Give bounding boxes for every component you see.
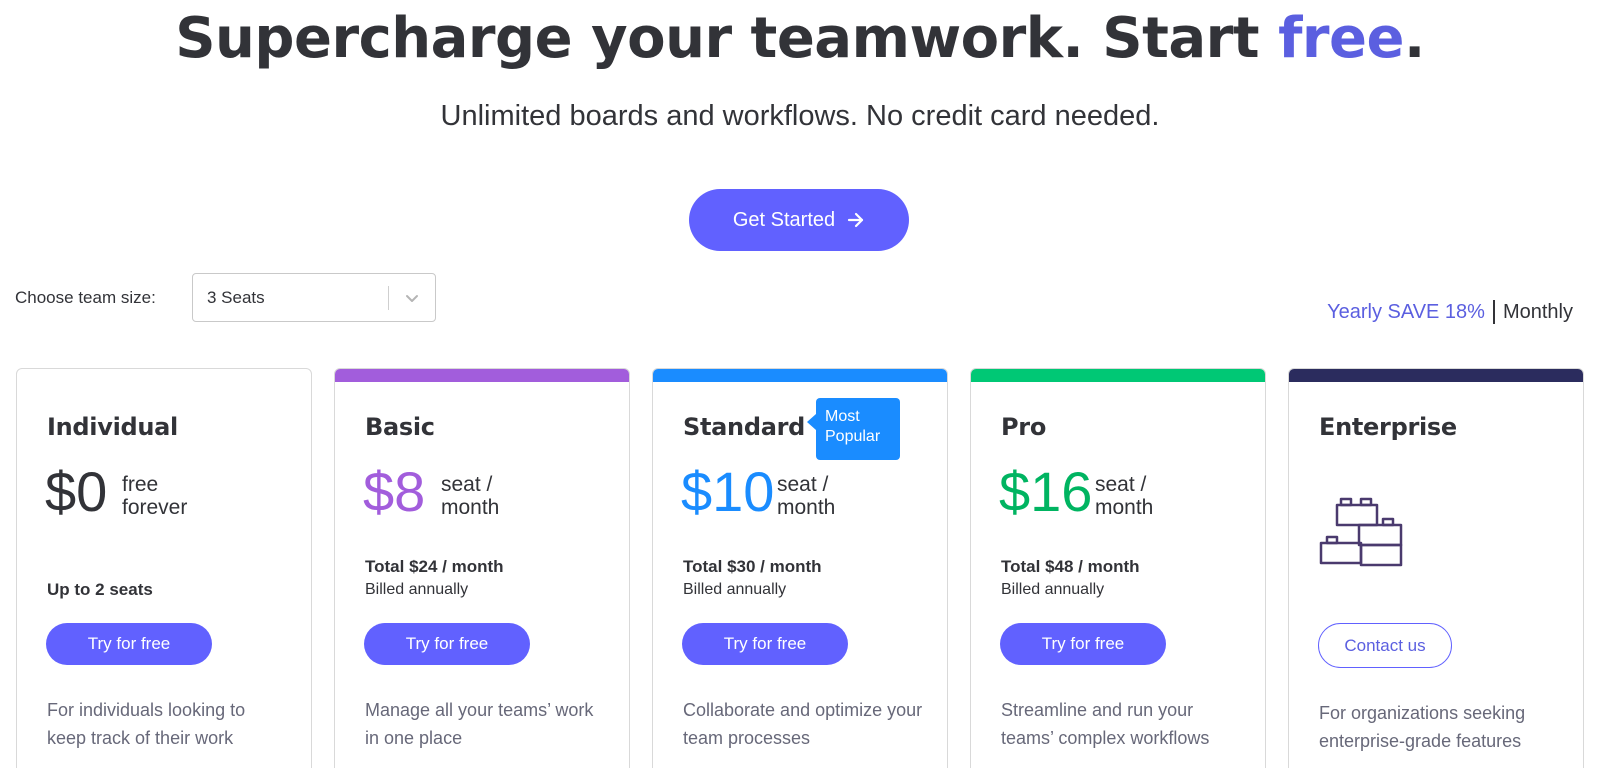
- team-size-select[interactable]: 3 Seats: [192, 273, 436, 322]
- plan-price-unit: free forever: [122, 473, 232, 519]
- plan-description: Streamline and run your teams’ complex w…: [1001, 700, 1210, 748]
- plan-color-bar: [653, 369, 947, 382]
- plan-name: Pro: [1001, 413, 1047, 441]
- plan-total: Total $30 / month: [683, 557, 822, 576]
- plan-description: For organizations seeking enterprise-gra…: [1319, 703, 1526, 751]
- plan-unit-line1: seat /: [1095, 473, 1147, 496]
- plan-price: $10: [681, 460, 775, 523]
- plan-card-pro: Pro $16 seat / month Total $48 / month B…: [970, 368, 1266, 768]
- chevron-down-icon[interactable]: [389, 290, 435, 306]
- headline-accent: free: [1278, 6, 1405, 71]
- billing-yearly-option[interactable]: Yearly SAVE 18%: [1327, 301, 1485, 324]
- try-for-free-button[interactable]: Try for free: [364, 623, 530, 665]
- plan-description: For individuals looking to keep track of…: [47, 700, 246, 748]
- contact-us-button[interactable]: Contact us: [1318, 623, 1452, 668]
- plan-name: Basic: [365, 413, 435, 441]
- plan-unit-line1: free: [122, 473, 159, 496]
- plan-billed: Billed annually: [365, 581, 469, 598]
- plan-card-standard: Standard Most Popular $10 seat / month T…: [652, 368, 948, 768]
- plan-total: Total $48 / month: [1001, 557, 1140, 576]
- plan-unit-line1: seat /: [441, 473, 493, 496]
- plan-price: $16: [999, 460, 1093, 523]
- plan-unit-line2: month: [441, 496, 500, 519]
- building-blocks-icon: [1319, 497, 1403, 567]
- plan-card-basic: Basic $8 seat / month Total $24 / month …: [334, 368, 630, 768]
- plan-price-unit: seat / month: [1095, 473, 1205, 519]
- plan-unit-line1: seat /: [777, 473, 829, 496]
- page-subheadline: Unlimited boards and workflows. No credi…: [440, 100, 1160, 132]
- try-for-free-button[interactable]: Try for free: [1000, 623, 1166, 665]
- plan-color-bar: [335, 369, 629, 382]
- plan-total: Total $24 / month: [365, 557, 504, 576]
- plan-billed: Billed annually: [683, 581, 787, 598]
- plan-unit-line2: month: [777, 496, 836, 519]
- try-for-free-button[interactable]: Try for free: [682, 623, 848, 665]
- try-for-free-button[interactable]: Try for free: [46, 623, 212, 665]
- plan-description: Manage all your teams’ work in one place: [365, 700, 594, 748]
- arrow-right-icon: [848, 212, 864, 228]
- plan-card-individual: Individual $0 free forever Up to 2 seats…: [16, 368, 312, 768]
- plan-color-bar: [1289, 369, 1583, 382]
- plan-price: $0: [45, 460, 108, 523]
- plan-price-unit: seat / month: [777, 473, 887, 519]
- plan-name: Enterprise: [1319, 413, 1457, 441]
- team-size-label: Choose team size:: [15, 288, 156, 307]
- most-popular-badge: Most Popular: [807, 398, 900, 460]
- billing-divider: [1492, 300, 1495, 324]
- billing-monthly-option[interactable]: Monthly: [1503, 301, 1573, 324]
- plan-color-bar: [971, 369, 1265, 382]
- pricing-page: Supercharge your teamwork. Start free. U…: [0, 0, 1600, 768]
- plan-unit-line2: month: [1095, 496, 1154, 519]
- plan-name: Standard: [683, 413, 806, 441]
- page-headline: Supercharge your teamwork. Start free.: [0, 4, 1600, 74]
- plan-card-enterprise: Enterprise Contact us For organizations …: [1288, 368, 1584, 768]
- plan-name: Individual: [47, 413, 178, 441]
- plan-seats: Up to 2 seats: [47, 580, 153, 599]
- headline-main: Supercharge your teamwork. Start: [175, 6, 1279, 71]
- plan-description: Collaborate and optimize your team proce…: [683, 700, 923, 748]
- headline-end: .: [1404, 6, 1425, 71]
- team-size-value: 3 Seats: [207, 287, 265, 307]
- get-started-label: Get Started: [732, 208, 836, 231]
- billing-toggle: Yearly SAVE 18% Monthly: [1327, 300, 1573, 324]
- get-started-button[interactable]: Get Started: [689, 189, 909, 251]
- plan-unit-line2: forever: [122, 496, 188, 519]
- plan-price: $8: [363, 460, 426, 523]
- plan-billed: Billed annually: [1001, 581, 1105, 598]
- plan-price-unit: seat / month: [441, 473, 551, 519]
